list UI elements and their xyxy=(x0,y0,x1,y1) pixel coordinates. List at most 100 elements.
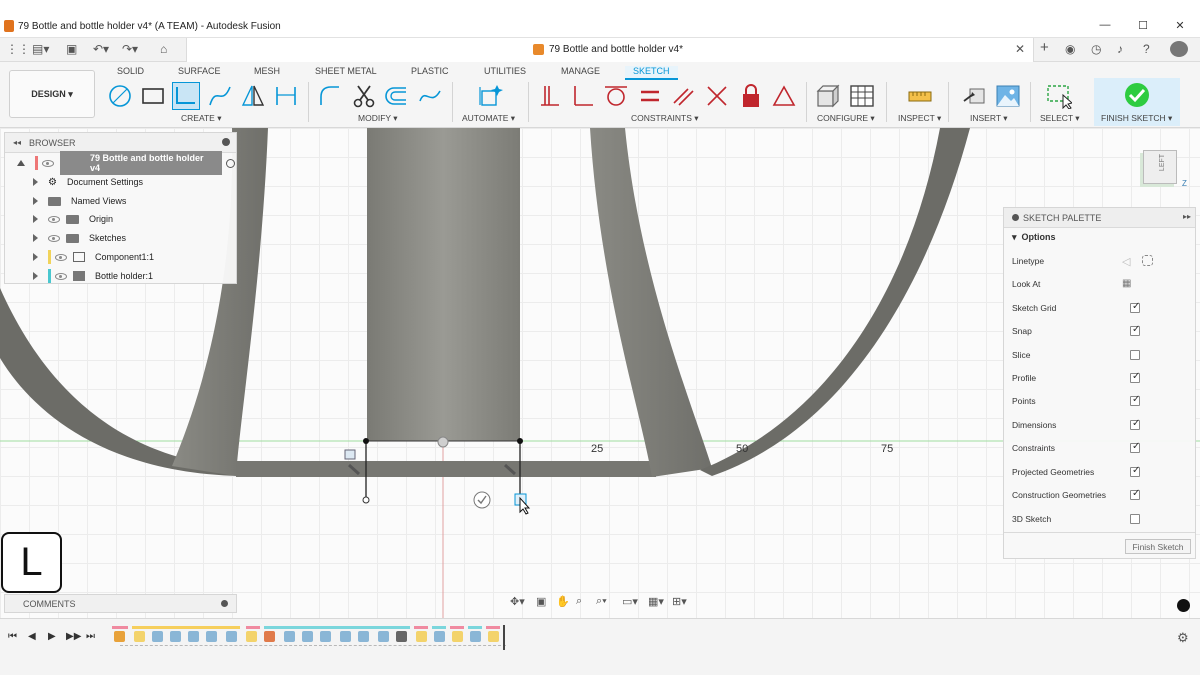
expand-triangle-icon[interactable] xyxy=(33,197,38,205)
dimensions-checkbox[interactable] xyxy=(1130,418,1140,430)
browser-item[interactable]: ⚙ Document Settings xyxy=(33,173,143,191)
sketch-palette-header[interactable]: SKETCH PALETTE ▸▸ xyxy=(1004,208,1195,228)
browser-header[interactable]: ◂◂ BROWSER xyxy=(5,133,236,153)
sketch-point[interactable] xyxy=(363,438,369,444)
tab-utilities[interactable]: UTILITIES xyxy=(484,66,526,76)
measure-ruler-icon[interactable] xyxy=(906,82,934,110)
configure-cube-icon[interactable] xyxy=(814,82,842,110)
finish-sketch-button[interactable]: FINISH SKETCH ▾ xyxy=(1094,78,1180,126)
timeline-feature-icon[interactable] xyxy=(152,631,163,642)
orbit-icon[interactable]: ✥▾ xyxy=(510,595,525,608)
timeline-sketch-icon[interactable] xyxy=(452,631,463,642)
fix-lock-icon[interactable] xyxy=(737,82,765,110)
go-to-end-icon[interactable]: ⏭ xyxy=(86,631,95,642)
timeline-settings-gear-icon[interactable]: ⚙ xyxy=(1177,630,1189,646)
timeline-feature-icon[interactable] xyxy=(378,631,389,642)
new-tab-icon[interactable]: + xyxy=(1040,39,1049,56)
symmetry-constraint-icon[interactable] xyxy=(770,82,798,110)
browser-item[interactable]: Bottle holder:1 xyxy=(33,267,153,285)
finish-sketch-palette-button[interactable]: Finish Sketch xyxy=(1125,539,1191,554)
expand-triangle-icon[interactable] xyxy=(33,272,38,280)
timeline-feature-icon[interactable] xyxy=(320,631,331,642)
projected-geometries-checkbox[interactable] xyxy=(1130,465,1140,477)
insert-group-label[interactable]: INSERT ▾ xyxy=(970,113,1008,124)
configure-group-label[interactable]: CONFIGURE ▾ xyxy=(817,113,875,124)
step-back-icon[interactable]: ◀ xyxy=(28,631,36,642)
tab-manage[interactable]: MANAGE xyxy=(561,66,600,76)
centerline-linetype-icon[interactable] xyxy=(1142,255,1153,266)
user-avatar-icon[interactable] xyxy=(1170,41,1188,57)
tab-mesh[interactable]: MESH xyxy=(254,66,280,76)
bottle-body[interactable] xyxy=(367,128,520,441)
modify-group-label[interactable]: MODIFY ▾ xyxy=(358,113,398,124)
fillet-tool-icon[interactable] xyxy=(316,82,344,110)
save-icon[interactable]: ▣ xyxy=(66,42,77,56)
comments-panel[interactable]: COMMENTS xyxy=(4,594,237,613)
collinear-constraint-icon[interactable] xyxy=(703,82,731,110)
tangent-constraint-icon[interactable] xyxy=(602,82,630,110)
minimize-button[interactable]: — xyxy=(1097,19,1113,31)
visibility-eye-icon[interactable] xyxy=(55,253,67,261)
browser-item[interactable]: Origin xyxy=(33,210,113,228)
sketch-grid-checkbox[interactable] xyxy=(1130,301,1140,313)
automate-group-label[interactable]: AUTOMATE ▾ xyxy=(462,113,515,124)
timeline-sketch-icon[interactable] xyxy=(488,631,499,642)
activate-radio-icon[interactable] xyxy=(226,158,235,168)
options-section[interactable]: ▾ Options xyxy=(1012,232,1056,243)
viewcube[interactable]: LEFT xyxy=(1143,150,1177,184)
document-tab[interactable]: 79 Bottle and bottle holder v4* ✕ xyxy=(186,38,1034,62)
notifications-icon[interactable]: ♪ xyxy=(1117,42,1123,56)
select-group-label[interactable]: SELECT ▾ xyxy=(1040,113,1080,124)
3d-sketch-checkbox[interactable] xyxy=(1130,514,1140,524)
timeline-feature-icon[interactable] xyxy=(264,631,275,642)
help-icon[interactable]: ? xyxy=(1143,42,1150,56)
timeline-marker[interactable] xyxy=(503,625,505,650)
fit-zoom-icon[interactable]: ⌕▾ xyxy=(596,595,607,608)
perpendicular-constraint-icon[interactable] xyxy=(569,82,597,110)
expand-triangle-icon[interactable] xyxy=(33,253,38,261)
constraints-group-label[interactable]: CONSTRAINTS ▾ xyxy=(631,113,699,124)
parallel-constraint-icon[interactable] xyxy=(669,82,697,110)
timeline-feature-icon[interactable] xyxy=(226,631,237,642)
tab-sketch[interactable]: SKETCH xyxy=(625,66,678,80)
go-to-start-icon[interactable]: ⏮ xyxy=(8,631,17,642)
display-settings-icon[interactable]: ▭▾ xyxy=(622,595,638,608)
visibility-eye-icon[interactable] xyxy=(55,272,67,280)
browser-item[interactable]: Named Views xyxy=(33,192,126,210)
browser-item[interactable]: Component1:1 xyxy=(33,248,154,266)
curve-tool-icon[interactable] xyxy=(416,82,444,110)
timeline-component-icon[interactable] xyxy=(114,631,125,642)
circle-tool-icon[interactable] xyxy=(106,82,134,110)
equal-constraint-icon[interactable] xyxy=(636,82,664,110)
browser-item[interactable]: Sketches xyxy=(33,229,126,247)
tab-surface[interactable]: SURFACE xyxy=(178,66,221,76)
timeline-feature-icon[interactable] xyxy=(206,631,217,642)
visibility-eye-icon[interactable] xyxy=(42,159,54,167)
tab-sheet-metal[interactable]: SHEET METAL xyxy=(315,66,377,76)
right-ring-outer[interactable] xyxy=(700,128,970,476)
timeline-feature-icon[interactable] xyxy=(470,631,481,642)
home-icon[interactable]: ⌂ xyxy=(160,42,167,56)
tab-solid[interactable]: SOLID xyxy=(117,66,144,76)
expand-triangle-icon[interactable] xyxy=(17,160,25,166)
visibility-eye-icon[interactable] xyxy=(48,215,60,223)
dimension-tool-icon[interactable] xyxy=(272,82,300,110)
maximize-button[interactable]: ☐ xyxy=(1135,19,1151,32)
automate-dimension-icon[interactable] xyxy=(476,82,504,110)
redo-icon[interactable]: ↷▾ xyxy=(122,42,138,56)
slice-checkbox[interactable] xyxy=(1130,350,1140,360)
timeline-feature-icon[interactable] xyxy=(170,631,181,642)
construction-geometries-checkbox[interactable] xyxy=(1130,488,1140,500)
timeline-move-icon[interactable] xyxy=(396,631,407,642)
close-window-button[interactable]: ✕ xyxy=(1172,19,1188,32)
insert-image-icon[interactable] xyxy=(994,82,1022,110)
points-checkbox[interactable] xyxy=(1130,394,1140,406)
panel-pin-icon[interactable] xyxy=(222,138,230,146)
timeline-feature-icon[interactable] xyxy=(434,631,445,642)
grid-settings-icon[interactable]: ▦▾ xyxy=(648,595,664,608)
file-menu-icon[interactable]: ▤▾ xyxy=(32,42,49,56)
viewports-icon[interactable]: ⊞▾ xyxy=(672,595,687,608)
job-status-icon[interactable]: ◷ xyxy=(1091,42,1101,56)
constraints-checkbox[interactable] xyxy=(1130,441,1140,453)
holder-base-bar[interactable] xyxy=(236,461,656,477)
